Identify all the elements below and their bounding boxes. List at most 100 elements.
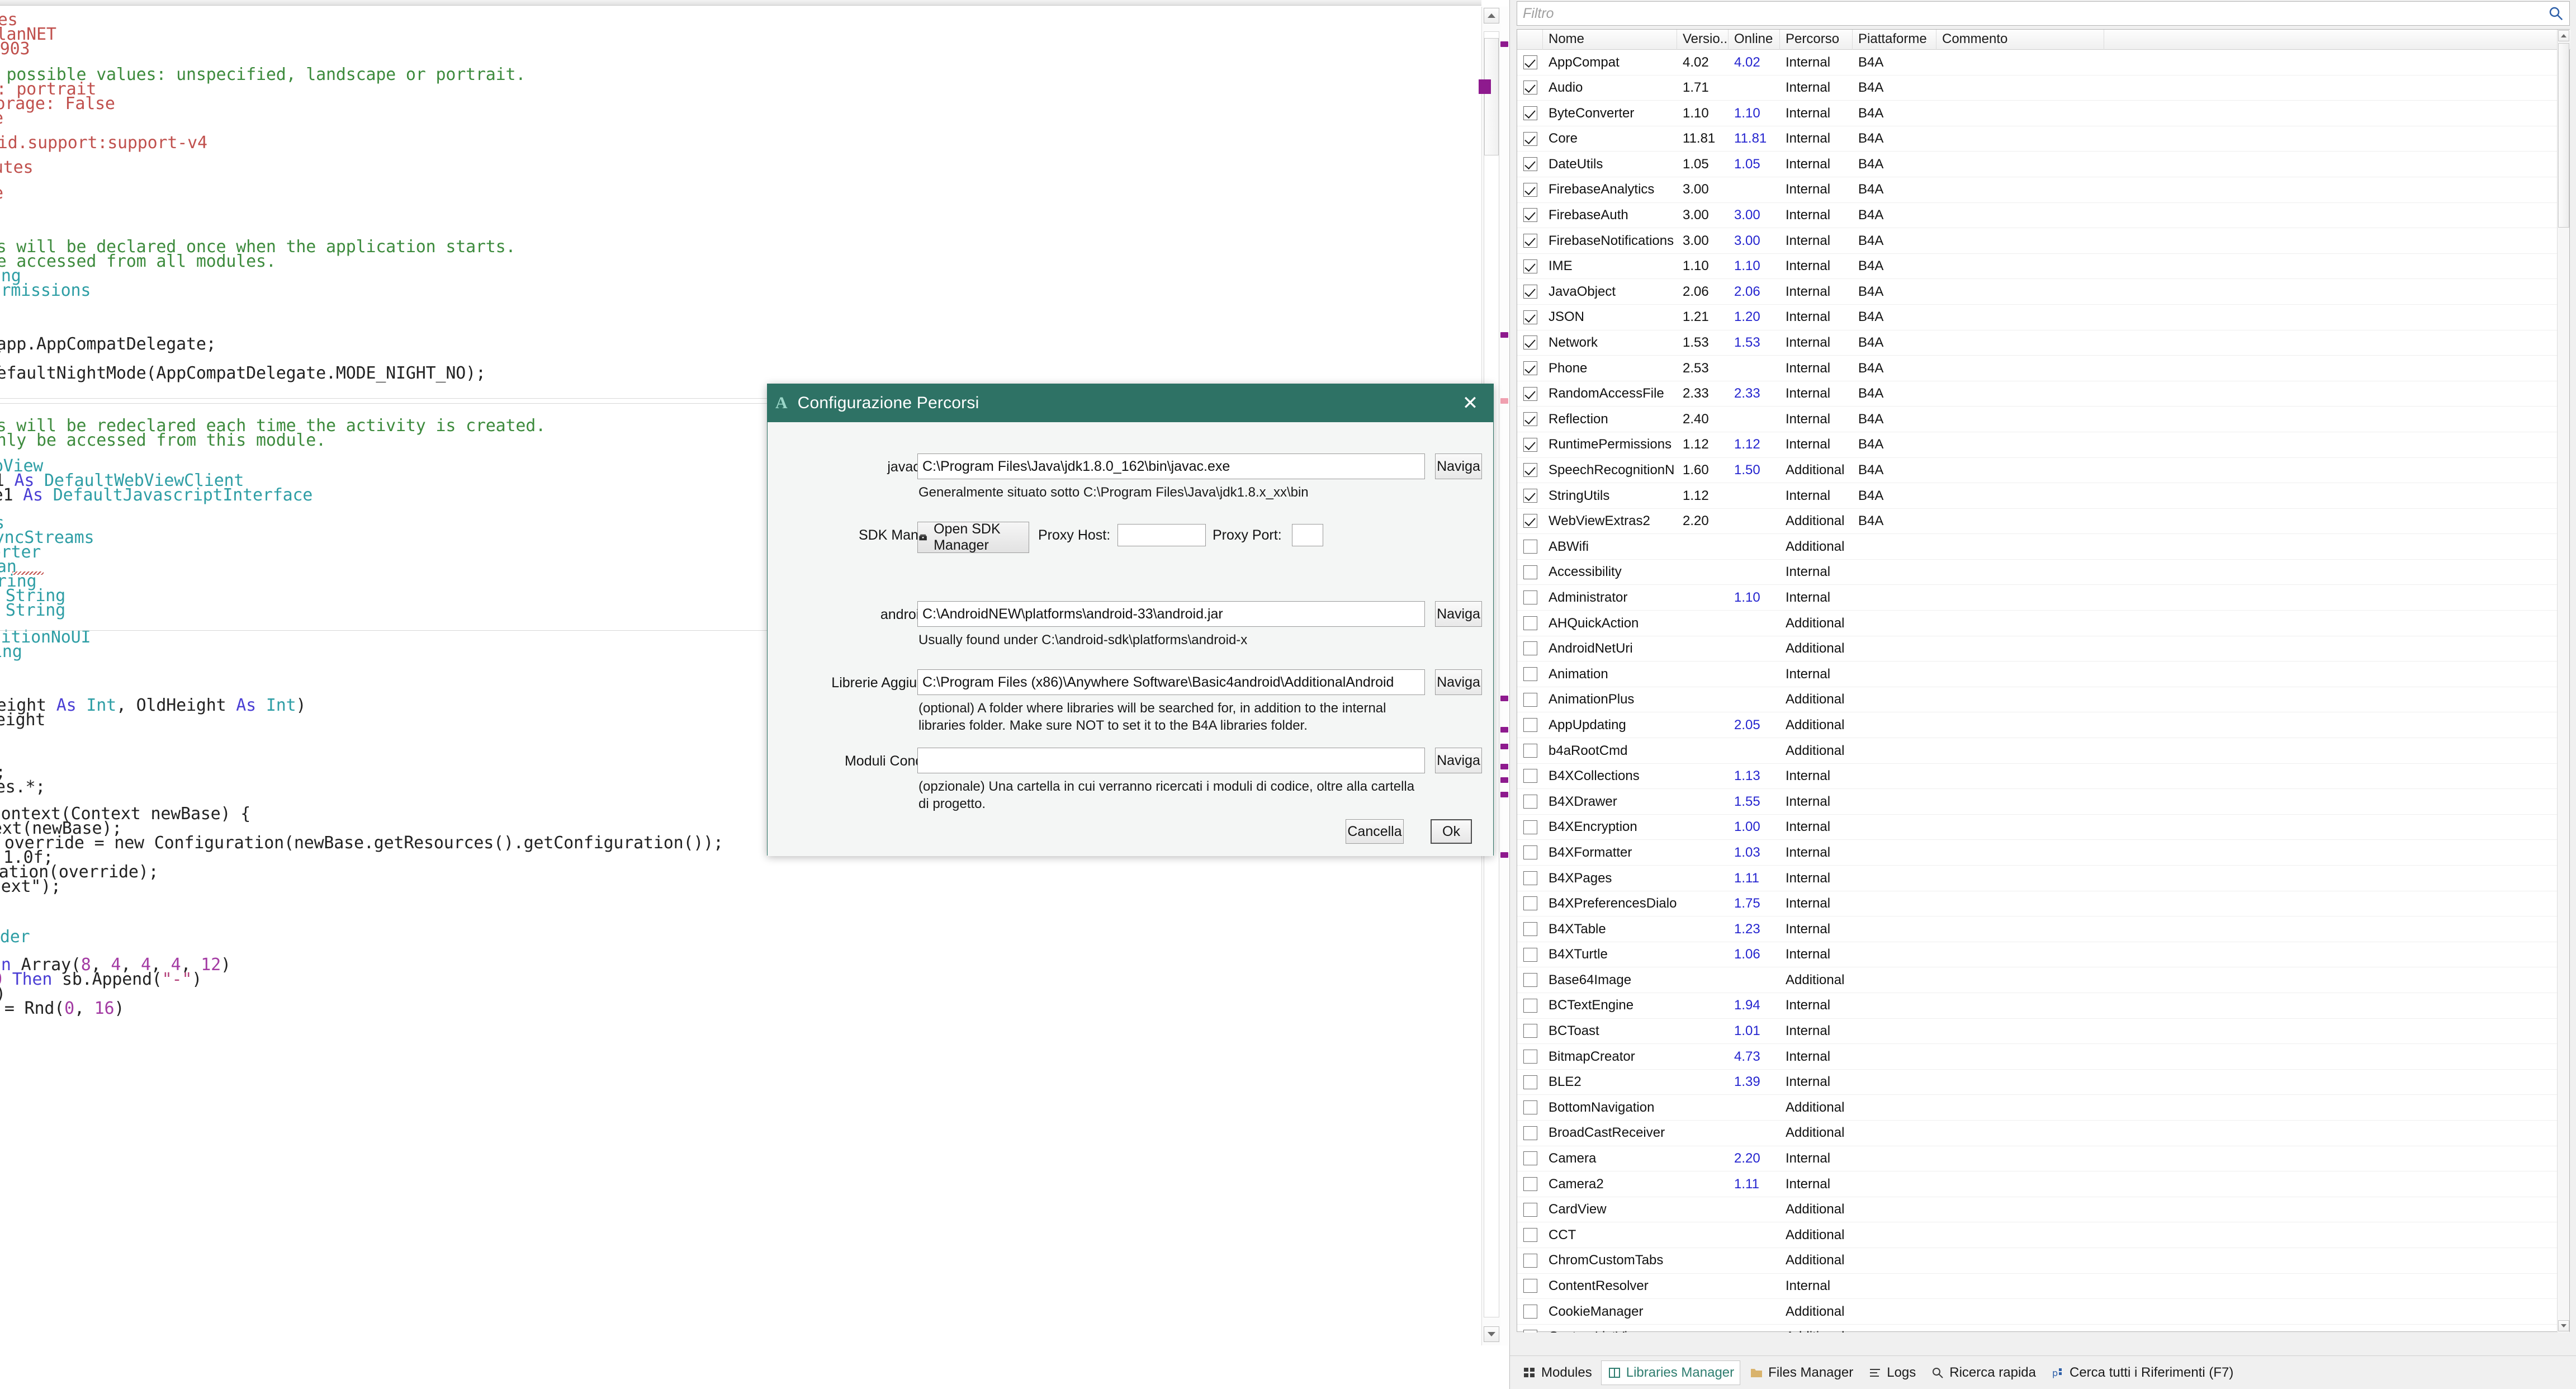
checkbox-checked-icon[interactable] — [1523, 336, 1537, 349]
header-platform[interactable]: Piattaforme — [1853, 30, 1936, 50]
library-checkbox-cell[interactable] — [1517, 687, 1543, 712]
library-checkbox-cell[interactable] — [1517, 738, 1543, 764]
checkbox-checked-icon[interactable] — [1523, 157, 1537, 171]
library-checkbox-cell[interactable] — [1517, 1120, 1543, 1146]
table-row[interactable]: ByteConverter1.101.10InternalB4A — [1517, 101, 2558, 126]
library-checkbox-cell[interactable] — [1517, 814, 1543, 840]
checkbox-unchecked-icon[interactable] — [1523, 1254, 1537, 1268]
table-row[interactable]: DateUtils1.051.05InternalB4A — [1517, 152, 2558, 177]
library-checkbox-cell[interactable] — [1517, 534, 1543, 560]
bottom-tab-cerca-tutti-i-riferimenti-f7[interactable]: pCerca tutti i Riferimenti (F7) — [2045, 1360, 2239, 1385]
close-icon[interactable]: ✕ — [1455, 388, 1485, 418]
checkbox-checked-icon[interactable] — [1523, 489, 1537, 503]
checkbox-checked-icon[interactable] — [1523, 285, 1537, 299]
library-checkbox-cell[interactable] — [1517, 1248, 1543, 1273]
library-checkbox-cell[interactable] — [1517, 101, 1543, 126]
checkbox-unchecked-icon[interactable] — [1523, 948, 1537, 962]
library-checkbox-cell[interactable] — [1517, 1222, 1543, 1248]
bottom-tab-ricerca-rapida[interactable]: Ricerca rapida — [1925, 1360, 2042, 1385]
library-checkbox-cell[interactable] — [1517, 967, 1543, 993]
library-checkbox-cell[interactable] — [1517, 585, 1543, 611]
table-row[interactable]: WebViewExtras22.20AdditionalB4A — [1517, 509, 2558, 535]
checkbox-unchecked-icon[interactable] — [1523, 1100, 1537, 1114]
checkbox-unchecked-icon[interactable] — [1523, 540, 1537, 554]
additional-libraries-input[interactable]: C:\Program Files (x86)\Anywhere Software… — [917, 669, 1425, 695]
shared-modules-browse-button[interactable]: Naviga — [1435, 748, 1482, 773]
table-row[interactable]: CookieManagerAdditional — [1517, 1299, 2558, 1325]
library-checkbox-cell[interactable] — [1517, 1273, 1543, 1299]
libraries-grid[interactable]: Nome Versio... Online Percorso Piattafor… — [1517, 29, 2570, 1332]
table-row[interactable]: B4XPages1.11Internal — [1517, 866, 2558, 891]
table-row[interactable]: B4XCollections1.13Internal — [1517, 764, 2558, 790]
checkbox-unchecked-icon[interactable] — [1523, 1126, 1537, 1140]
checkbox-checked-icon[interactable] — [1523, 438, 1537, 452]
table-row[interactable]: JSON1.211.20InternalB4A — [1517, 305, 2558, 330]
table-row[interactable]: CustomListViewAdditional — [1517, 1325, 2558, 1333]
checkbox-unchecked-icon[interactable] — [1523, 769, 1537, 783]
checkbox-unchecked-icon[interactable] — [1523, 744, 1537, 758]
library-checkbox-cell[interactable] — [1517, 330, 1543, 356]
header-version[interactable]: Versio... — [1677, 30, 1729, 50]
search-icon[interactable] — [2547, 5, 2564, 22]
checkbox-checked-icon[interactable] — [1523, 412, 1537, 426]
library-checkbox-cell[interactable] — [1517, 75, 1543, 101]
table-row[interactable]: FirebaseAnalytics3.00InternalB4A — [1517, 177, 2558, 203]
table-row[interactable]: ABWifiAdditional — [1517, 534, 2558, 560]
checkbox-checked-icon[interactable] — [1523, 463, 1537, 477]
checkbox-checked-icon[interactable] — [1523, 106, 1537, 120]
library-checkbox-cell[interactable] — [1517, 304, 1543, 330]
javac-browse-button[interactable]: Naviga — [1435, 453, 1482, 479]
library-checkbox-cell[interactable] — [1517, 126, 1543, 152]
checkbox-unchecked-icon[interactable] — [1523, 1024, 1537, 1038]
table-row[interactable]: AppUpdating2.05Additional — [1517, 712, 2558, 738]
checkbox-unchecked-icon[interactable] — [1523, 1050, 1537, 1064]
table-row[interactable]: IME1.101.10InternalB4A — [1517, 254, 2558, 280]
library-checkbox-cell[interactable] — [1517, 432, 1543, 457]
table-row[interactable]: BLE21.39Internal — [1517, 1070, 2558, 1095]
library-checkbox-cell[interactable] — [1517, 1095, 1543, 1121]
table-row[interactable]: BCToast1.01Internal — [1517, 1019, 2558, 1045]
table-row[interactable]: B4XFormatter1.03Internal — [1517, 840, 2558, 866]
checkbox-unchecked-icon[interactable] — [1523, 795, 1537, 809]
proxy-port-input[interactable] — [1292, 524, 1323, 546]
table-row[interactable]: Phone2.53InternalB4A — [1517, 356, 2558, 381]
library-checkbox-cell[interactable] — [1517, 381, 1543, 407]
library-checkbox-cell[interactable] — [1517, 1299, 1543, 1325]
library-checkbox-cell[interactable] — [1517, 891, 1543, 916]
table-row[interactable]: FirebaseAuth3.003.00InternalB4A — [1517, 203, 2558, 229]
table-row[interactable]: AnimationPlusAdditional — [1517, 687, 2558, 713]
table-row[interactable]: AccessibilityInternal — [1517, 560, 2558, 585]
checkbox-unchecked-icon[interactable] — [1523, 1203, 1537, 1217]
library-checkbox-cell[interactable] — [1517, 508, 1543, 534]
table-row[interactable]: RuntimePermissions1.121.12InternalB4A — [1517, 432, 2558, 458]
table-row[interactable]: AndroidNetUriAdditional — [1517, 636, 2558, 662]
library-checkbox-cell[interactable] — [1517, 152, 1543, 177]
checkbox-unchecked-icon[interactable] — [1523, 1279, 1537, 1293]
checkbox-unchecked-icon[interactable] — [1523, 590, 1537, 604]
library-checkbox-cell[interactable] — [1517, 1018, 1543, 1044]
table-row[interactable]: SpeechRecognitionN1.601.50AdditionalB4A — [1517, 458, 2558, 484]
library-checkbox-cell[interactable] — [1517, 177, 1543, 202]
table-row[interactable]: Reflection2.40InternalB4A — [1517, 407, 2558, 432]
header-path[interactable]: Percorso — [1780, 30, 1853, 50]
library-checkbox-cell[interactable] — [1517, 457, 1543, 483]
library-checkbox-cell[interactable] — [1517, 228, 1543, 254]
library-checkbox-cell[interactable] — [1517, 1324, 1543, 1333]
proxy-host-input[interactable] — [1117, 524, 1206, 546]
library-checkbox-cell[interactable] — [1517, 712, 1543, 738]
table-row[interactable]: ContentResolverInternal — [1517, 1274, 2558, 1300]
library-checkbox-cell[interactable] — [1517, 483, 1543, 509]
checkbox-unchecked-icon[interactable] — [1523, 718, 1537, 732]
scroll-thumb[interactable] — [1484, 38, 1499, 155]
checkbox-checked-icon[interactable] — [1523, 259, 1537, 273]
table-row[interactable]: Camera2.20Internal — [1517, 1146, 2558, 1172]
checkbox-unchecked-icon[interactable] — [1523, 999, 1537, 1013]
table-row[interactable]: B4XTurtle1.06Internal — [1517, 942, 2558, 968]
shared-modules-input[interactable] — [917, 748, 1425, 773]
open-sdk-manager-button[interactable]: Open SDK Manager — [917, 522, 1029, 553]
checkbox-checked-icon[interactable] — [1523, 234, 1537, 248]
additional-libraries-browse-button[interactable]: Naviga — [1435, 669, 1482, 695]
grid-scroll-down-button[interactable] — [2558, 1320, 2569, 1331]
library-checkbox-cell[interactable] — [1517, 1044, 1543, 1070]
checkbox-unchecked-icon[interactable] — [1523, 922, 1537, 936]
